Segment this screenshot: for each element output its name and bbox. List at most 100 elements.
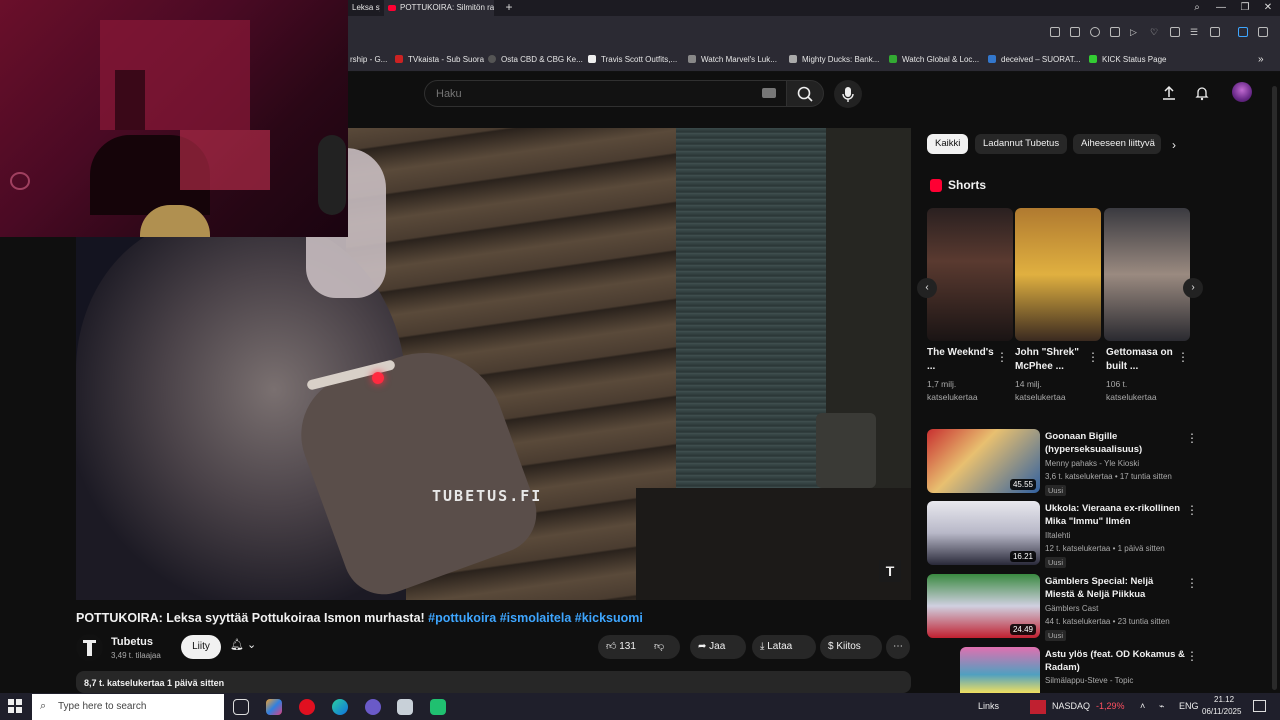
- video-channel[interactable]: Silmälappu-Steve - Topic: [1045, 675, 1195, 687]
- video-channel[interactable]: Menny pahaks - Yle Kioski: [1045, 458, 1195, 470]
- search-button[interactable]: [786, 80, 824, 107]
- restore-button[interactable]: ❐: [1233, 0, 1257, 16]
- video-thumbnail[interactable]: 16.21: [927, 501, 1040, 565]
- shield-app-icon[interactable]: [397, 699, 413, 715]
- search-input[interactable]: [436, 80, 736, 107]
- short-title[interactable]: John "Shrek" McPhee ...: [1015, 346, 1087, 374]
- more-vert-icon[interactable]: ⋮: [1186, 576, 1198, 590]
- language-indicator[interactable]: ENG: [1179, 701, 1199, 711]
- app-icon[interactable]: [430, 699, 446, 715]
- more-actions-button[interactable]: ⋯: [886, 635, 910, 659]
- close-window-button[interactable]: ✕: [1256, 0, 1280, 16]
- more-vert-icon[interactable]: ⋮: [1186, 503, 1198, 517]
- edit-icon[interactable]: [1050, 27, 1060, 37]
- video-channel[interactable]: Gämblers Cast: [1045, 603, 1195, 615]
- tab-search-icon[interactable]: ⌕: [1185, 0, 1209, 16]
- video-thumbnail[interactable]: 45.55: [927, 429, 1040, 493]
- video-hashtags[interactable]: #pottukoira #ismolaitela #kicksuomi: [428, 611, 643, 625]
- page-scrollbar[interactable]: [1272, 86, 1277, 690]
- video-channel[interactable]: Iltalehti: [1045, 530, 1195, 542]
- bookmark-item[interactable]: rship - G...: [350, 52, 387, 68]
- chip-uploaded-by[interactable]: Ladannut Tubetus: [975, 134, 1068, 154]
- minimize-button[interactable]: —: [1209, 0, 1233, 16]
- ticker-name[interactable]: NASDAQ: [1052, 701, 1090, 711]
- short-thumbnail[interactable]: [1015, 208, 1101, 341]
- discord-icon[interactable]: [365, 699, 381, 715]
- short-thumbnail[interactable]: [1104, 208, 1190, 341]
- bookmark-item[interactable]: Mighty Ducks: Bank...: [789, 52, 879, 68]
- voice-search-button[interactable]: [834, 80, 862, 108]
- shorts-next-button[interactable]: ›: [1183, 278, 1203, 298]
- video-title[interactable]: Goonaan Bigille (hyperseksuaalisuus): [1045, 430, 1185, 456]
- translate-icon[interactable]: [1238, 27, 1248, 37]
- subscription-bell-button[interactable]: 🔔︎ ⌄: [230, 638, 270, 656]
- upload-button[interactable]: [1161, 85, 1177, 101]
- links-toolbar[interactable]: Links: [978, 701, 999, 711]
- edge-icon[interactable]: [332, 699, 348, 715]
- youtube-favicon-icon: [388, 4, 396, 11]
- clock-time[interactable]: 21.12: [1214, 695, 1234, 704]
- kick-icon: [1089, 55, 1097, 63]
- bookmark-item[interactable]: Watch Marvel's Luk...: [688, 52, 777, 68]
- dislike-icon[interactable]: 👎︎: [654, 635, 664, 659]
- more-vert-icon[interactable]: ⋮: [996, 350, 1008, 364]
- more-vert-icon[interactable]: ⋮: [1177, 350, 1189, 364]
- taskbar-search[interactable]: Type here to search: [32, 694, 224, 720]
- more-vert-icon[interactable]: ⋮: [1087, 350, 1099, 364]
- shorts-prev-button[interactable]: ‹: [917, 278, 937, 298]
- clock-date[interactable]: 06/11/2025: [1202, 707, 1241, 716]
- short-title[interactable]: Gettomasa on built ...: [1106, 346, 1178, 374]
- network-icon[interactable]: ⌁: [1159, 701, 1164, 712]
- bookmark-item[interactable]: TVkaista - Sub Suora: [395, 52, 484, 68]
- thanks-button[interactable]: $ Kiitos: [820, 635, 882, 659]
- heart-icon[interactable]: ♡: [1150, 27, 1160, 37]
- keyboard-icon[interactable]: [762, 88, 776, 98]
- tray-chevron-icon[interactable]: ˄: [1140, 701, 1145, 711]
- channel-watermark-icon[interactable]: T: [879, 560, 901, 582]
- settings-icon[interactable]: [1258, 27, 1268, 37]
- description-box[interactable]: 8,7 t. katselukertaa 1 päivä sitten: [76, 671, 911, 693]
- start-button[interactable]: [8, 699, 22, 713]
- lock-icon[interactable]: [1210, 27, 1220, 37]
- copilot-icon[interactable]: [266, 699, 282, 715]
- chevron-right-icon[interactable]: ›: [1172, 138, 1176, 152]
- join-button[interactable]: Liity: [181, 635, 221, 659]
- bookmark-item[interactable]: Osta CBD & CBG Ke...: [488, 52, 583, 68]
- menu-icon[interactable]: ☰: [1190, 27, 1200, 37]
- notifications-button[interactable]: [1194, 85, 1210, 101]
- download-button[interactable]: ⤓ Lataa: [752, 635, 816, 659]
- channel-avatar[interactable]: [76, 634, 103, 661]
- video-thumbnail[interactable]: 24.49: [927, 574, 1040, 638]
- short-thumbnail[interactable]: [927, 208, 1013, 341]
- account-avatar[interactable]: [1232, 82, 1252, 102]
- camera-icon[interactable]: [1070, 27, 1080, 37]
- more-vert-icon[interactable]: ⋮: [1186, 431, 1198, 445]
- opera-icon[interactable]: [299, 699, 315, 715]
- video-thumbnail[interactable]: [960, 647, 1040, 693]
- bookmark-item[interactable]: Watch Global & Loc...: [889, 52, 979, 68]
- short-title[interactable]: The Weeknd's ...: [927, 346, 999, 374]
- download-icon[interactable]: [1170, 27, 1180, 37]
- channel-name[interactable]: Tubetus: [111, 636, 153, 648]
- video-title[interactable]: Astu ylös (feat. OD Kokamus & Radam): [1045, 648, 1185, 674]
- extension-icon[interactable]: [1110, 27, 1120, 37]
- new-tab-button[interactable]: +: [503, 1, 515, 13]
- play-icon[interactable]: ▷: [1130, 27, 1140, 37]
- task-view-icon[interactable]: [233, 699, 249, 715]
- bookmark-item[interactable]: KICK Status Page: [1089, 52, 1166, 68]
- window-blinds: [676, 128, 826, 508]
- video-title[interactable]: Gämblers Special: Neljä Miestä & Neljä P…: [1045, 575, 1185, 601]
- more-vert-icon[interactable]: ⋮: [1186, 649, 1198, 663]
- chip-related[interactable]: Aiheeseen liittyvä: [1073, 134, 1161, 154]
- like-button[interactable]: 👍︎ 131: [606, 641, 636, 652]
- shield-icon[interactable]: [1090, 27, 1100, 37]
- bookmarks-overflow-icon[interactable]: »: [1258, 52, 1264, 68]
- notification-center-icon[interactable]: [1253, 700, 1266, 712]
- chip-all[interactable]: Kaikki: [927, 134, 969, 154]
- browser-tab[interactable]: Leksa sy: [348, 0, 380, 16]
- browser-tab-active[interactable]: POTTUKOIRA: Silmitön ra: [384, 0, 494, 16]
- bookmark-item[interactable]: Travis Scott Outfits,...: [588, 52, 677, 68]
- share-button[interactable]: ➦ Jaa: [690, 635, 746, 659]
- video-title[interactable]: Ukkola: Vieraana ex-rikollinen Mika "Imm…: [1045, 502, 1185, 528]
- bookmark-item[interactable]: deceived – SUORAT...: [988, 52, 1080, 68]
